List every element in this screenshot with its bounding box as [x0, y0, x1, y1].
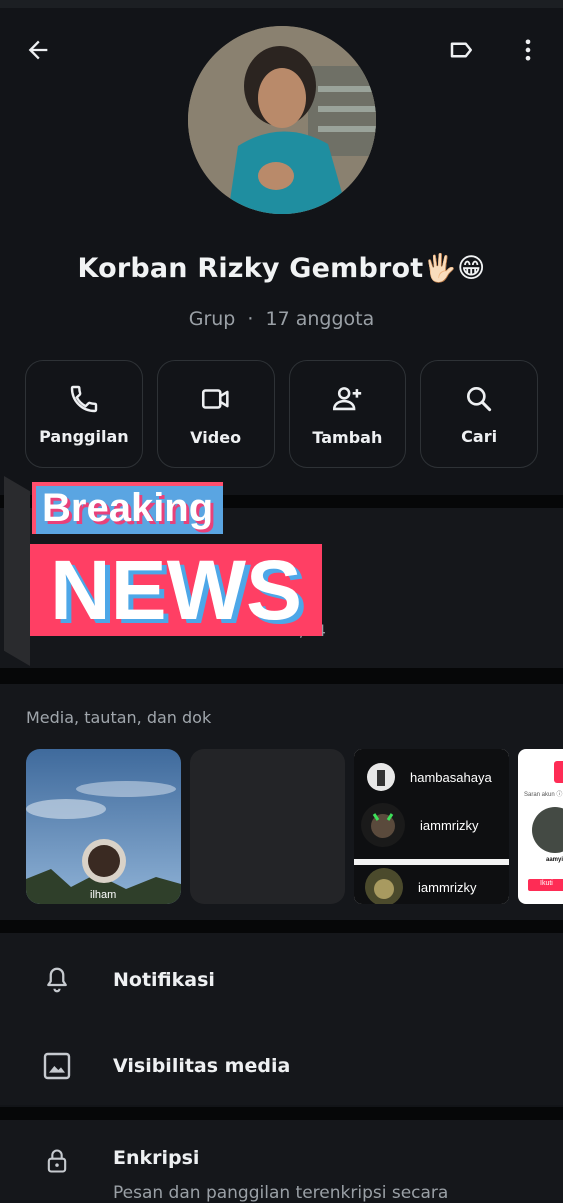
video-button[interactable]: Video: [156, 360, 275, 468]
phone-icon: [70, 385, 98, 412]
search-label: Cari: [461, 426, 498, 446]
search-icon: [467, 386, 492, 411]
group-avatar[interactable]: [188, 26, 376, 214]
add-member-button[interactable]: Tambah: [288, 360, 407, 468]
media-thumbnail[interactable]: ilham: [26, 749, 181, 904]
video-icon: [201, 388, 229, 409]
news-banner: NEWS: [30, 544, 322, 636]
thumbnail-caption: ilham: [90, 889, 117, 901]
section-divider: [0, 668, 563, 684]
group-name: Korban Rizky Gembrot🖐🏻😁: [77, 253, 486, 284]
more-vertical-icon: [525, 39, 531, 61]
group-meta: Grup · 17 anggota: [0, 308, 563, 330]
overlay-shadow: [4, 476, 30, 666]
notifications-row[interactable]: Notifikasi: [0, 937, 563, 1023]
meta-separator: ·: [247, 308, 254, 330]
member-count: 17 anggota: [265, 308, 375, 330]
status-bar-strip: [0, 0, 563, 8]
section-divider: [0, 920, 563, 933]
media-thumbnail[interactable]: Saran akun ⓘ aamyi Ikuti: [518, 749, 563, 904]
lock-icon: [40, 1144, 74, 1178]
add-person-icon: [333, 386, 362, 410]
search-button[interactable]: Cari: [420, 360, 538, 468]
media-thumbnail[interactable]: hambasahaya iammrizky iammrizky: [354, 749, 509, 904]
suggest-label: Saran akun ⓘ: [524, 792, 563, 798]
breaking-banner: Breaking: [32, 482, 224, 534]
arrow-left-icon: [28, 40, 48, 60]
tiktok-row: iammrizky: [354, 791, 509, 859]
section-divider: [0, 1107, 563, 1120]
notifications-label: Notifikasi: [113, 969, 215, 991]
more-options-button[interactable]: [508, 30, 548, 70]
add-member-label: Tambah: [312, 427, 383, 447]
media-visibility-label: Visibilitas media: [113, 1055, 291, 1077]
action-row: Panggilan Video Tambah Cari: [25, 360, 538, 468]
image-icon: [40, 1049, 74, 1083]
media-section-title[interactable]: Media, tautan, dan dok: [26, 708, 211, 727]
call-label: Panggilan: [39, 426, 129, 446]
call-button[interactable]: Panggilan: [25, 360, 143, 468]
suggest-username: aamyi: [546, 857, 563, 863]
suggest-follow: Ikuti: [540, 880, 553, 887]
encryption-label: Enkripsi: [113, 1147, 200, 1169]
group-type: Grup: [188, 308, 236, 330]
media-visibility-row[interactable]: Visibilitas media: [0, 1023, 563, 1109]
bell-icon: [40, 963, 74, 997]
back-button[interactable]: [18, 30, 58, 70]
label-tag-icon: [450, 42, 472, 58]
encryption-subtitle: Pesan dan panggilan terenkripsi secara: [113, 1183, 449, 1203]
tiktok-row: iammrizky: [354, 865, 509, 904]
media-thumbnail[interactable]: [190, 749, 345, 904]
video-label: Video: [190, 427, 242, 447]
label-button[interactable]: [442, 30, 482, 70]
